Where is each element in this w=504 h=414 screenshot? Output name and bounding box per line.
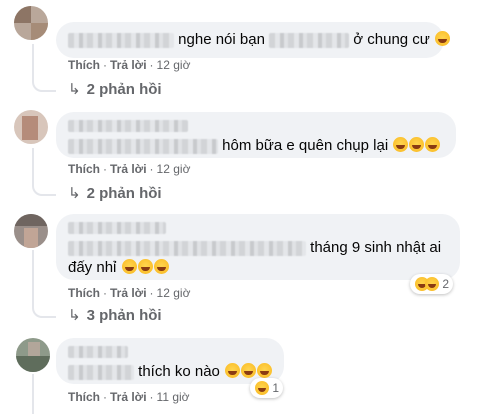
like-button[interactable]: Thích	[68, 162, 100, 176]
blurred-name	[68, 120, 188, 133]
reply-button[interactable]: Trả lời	[110, 58, 147, 72]
reply-button[interactable]: Trả lời	[110, 390, 147, 404]
like-button[interactable]: Thích	[68, 390, 100, 404]
comment-text: ở chung cư	[353, 31, 430, 48]
avatar[interactable]	[14, 6, 48, 40]
reply-arrow-icon: ↳	[68, 307, 81, 324]
avatar[interactable]	[14, 214, 48, 248]
comment-actions: Thích · Trả lời · 11 giờ	[68, 390, 190, 404]
comment-actions: Thích · Trả lời · 12 giờ	[68, 58, 191, 72]
replies-count: 3 phản hồi	[86, 307, 162, 324]
haha-reaction-icon	[255, 381, 269, 395]
laugh-emoji	[153, 259, 169, 274]
replies-count: 2 phản hồi	[86, 81, 162, 98]
blurred-name	[68, 222, 166, 235]
thread-line	[32, 250, 56, 318]
reaction-count: 1	[272, 381, 280, 395]
reply-button[interactable]: Trả lời	[110, 286, 147, 300]
reaction-count: 2	[442, 277, 450, 291]
replies-count: 2 phản hồi	[86, 185, 162, 202]
like-button[interactable]: Thích	[68, 58, 100, 72]
reaction-summary[interactable]: 2	[410, 274, 454, 294]
view-replies-button[interactable]: ↳ 3 phản hồi	[68, 306, 162, 324]
comment-text: đấy nhỉ	[68, 259, 117, 276]
grin-emoji	[121, 259, 137, 274]
rolling-laugh-emoji	[241, 363, 257, 378]
reply-button[interactable]: Trả lời	[110, 162, 147, 176]
comment-time[interactable]: 12 giờ	[157, 286, 191, 300]
comment-bubble: thích ko nào	[56, 338, 284, 384]
sad-emoji	[425, 137, 441, 152]
comment-text: nghe nói bạn	[178, 31, 265, 48]
sad-emoji	[409, 137, 425, 152]
rolling-laugh-emoji	[257, 363, 273, 378]
blurred-name	[68, 346, 128, 359]
thread-line	[32, 44, 56, 92]
blurred-name	[68, 364, 134, 380]
laugh-emoji	[137, 259, 153, 274]
thread-line	[32, 148, 56, 196]
avatar[interactable]	[16, 338, 50, 372]
sad-emoji	[393, 137, 409, 152]
rolling-laugh-emoji	[225, 363, 241, 378]
reply-arrow-icon: ↳	[68, 185, 81, 202]
blurred-name	[269, 32, 350, 48]
comment-actions: Thích · Trả lời · 12 giờ	[68, 162, 191, 176]
comment-bubble: hôm bữa e quên chụp lại	[56, 112, 456, 158]
comment-text: hôm bữa e quên chụp lại	[222, 137, 389, 154]
blurred-name	[68, 138, 218, 154]
comment-time[interactable]: 12 giờ	[157, 162, 191, 176]
comment-text: tháng 9 sinh nhật ai	[310, 239, 442, 256]
comment-time[interactable]: 11 giờ	[157, 390, 190, 404]
avatar[interactable]	[14, 110, 48, 144]
blurred-name	[68, 240, 306, 256]
comment-bubble: tháng 9 sinh nhật ai đấy nhỉ	[56, 214, 460, 280]
blurred-name	[68, 32, 174, 48]
reaction-summary[interactable]: 1	[250, 378, 284, 398]
like-button[interactable]: Thích	[68, 286, 100, 300]
comment-actions: Thích · Trả lời · 12 giờ	[68, 286, 191, 300]
thread-line	[32, 374, 56, 414]
rolling-laugh-emoji	[435, 31, 451, 46]
comment-text: thích ko nào	[138, 363, 220, 380]
view-replies-button[interactable]: ↳ 2 phản hồi	[68, 184, 162, 202]
view-replies-button[interactable]: ↳ 2 phản hồi	[68, 80, 162, 98]
comment-time[interactable]: 12 giờ	[157, 58, 191, 72]
comment-bubble: nghe nói bạn ở chung cư	[56, 22, 451, 58]
sad-reaction-icon	[425, 277, 439, 291]
reply-arrow-icon: ↳	[68, 81, 81, 98]
